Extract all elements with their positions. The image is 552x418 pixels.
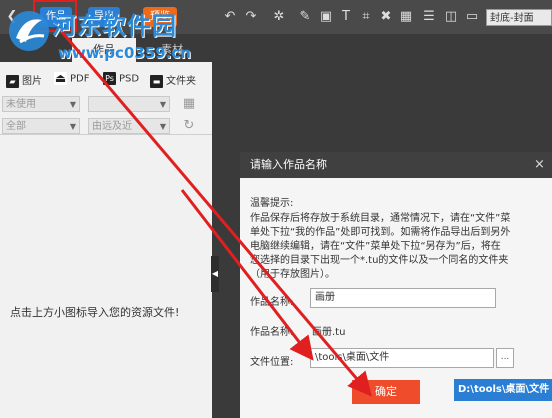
annotation-arrows bbox=[60, 31, 372, 397]
arrow-to-location bbox=[180, 189, 314, 361]
arrow-to-confirm bbox=[60, 31, 372, 397]
